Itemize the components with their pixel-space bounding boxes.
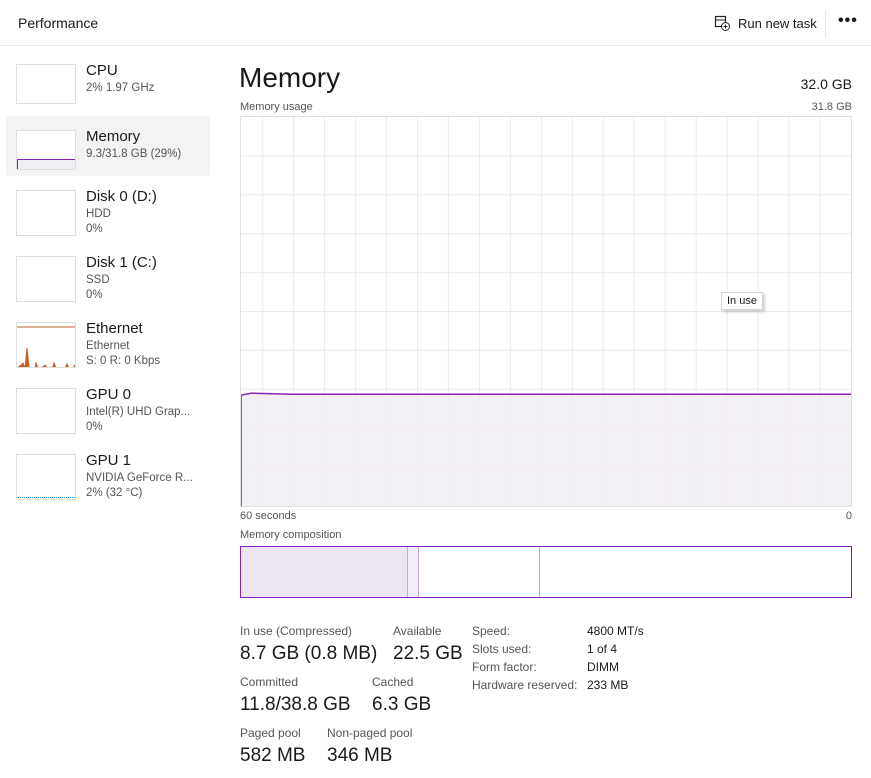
sidebar: CPU 2% 1.97 GHz Memory 9.3/31.8 GB (29%)… bbox=[6, 50, 210, 512]
memory-composition-bar bbox=[240, 546, 852, 598]
disk-thumbnail bbox=[16, 256, 76, 302]
available-label: Available bbox=[393, 624, 442, 638]
cached-value: 6.3 GB bbox=[372, 694, 432, 715]
run-new-task-button[interactable]: Run new task bbox=[714, 15, 817, 31]
sidebar-item-disk-1[interactable]: Disk 1 (C:) SSD 0% bbox=[6, 248, 210, 308]
item-detail: 2% (32 °C) bbox=[86, 487, 143, 499]
item-name: GPU 0 bbox=[86, 386, 132, 403]
gpu-thumbnail bbox=[16, 454, 76, 500]
item-detail: HDD bbox=[86, 208, 111, 220]
sidebar-item-disk-0[interactable]: Disk 0 (D:) HDD 0% bbox=[6, 182, 210, 242]
speed-label: Speed: bbox=[472, 624, 511, 638]
slots-label: Slots used: bbox=[472, 642, 532, 656]
item-detail: Ethernet bbox=[86, 340, 130, 352]
sidebar-item-gpu-0[interactable]: GPU 0 Intel(R) UHD Grap... 0% bbox=[6, 380, 210, 440]
slots-value: 1 of 4 bbox=[587, 642, 618, 656]
item-detail: 0% bbox=[86, 421, 103, 433]
memory-usage-max: 31.8 GB bbox=[811, 101, 852, 113]
item-detail: Intel(R) UHD Grap... bbox=[86, 406, 191, 418]
item-name: Disk 0 (D:) bbox=[86, 188, 157, 205]
disk-thumbnail bbox=[16, 190, 76, 236]
item-detail: 0% bbox=[86, 223, 103, 235]
header: Performance Run new task ••• bbox=[0, 0, 871, 46]
in-use-value: 8.7 GB (0.8 MB) bbox=[240, 643, 378, 664]
non-paged-pool-value: 346 MB bbox=[327, 745, 393, 766]
composition-in-use[interactable] bbox=[241, 547, 408, 597]
composition-modified[interactable] bbox=[407, 547, 420, 597]
sidebar-item-ethernet[interactable]: Ethernet Ethernet S: 0 R: 0 Kbps bbox=[6, 314, 210, 374]
total-memory: 32.0 GB bbox=[800, 76, 852, 92]
form-factor-value: DIMM bbox=[587, 660, 619, 674]
cpu-thumbnail bbox=[16, 64, 76, 104]
speed-value: 4800 MT/s bbox=[587, 624, 644, 638]
in-use-label: In use (Compressed) bbox=[240, 624, 353, 638]
memory-composition-label: Memory composition bbox=[240, 529, 342, 541]
composition-free[interactable] bbox=[540, 547, 851, 597]
item-name: GPU 1 bbox=[86, 452, 132, 469]
item-name: CPU bbox=[86, 62, 118, 79]
composition-standby[interactable] bbox=[419, 547, 540, 597]
non-paged-pool-label: Non-paged pool bbox=[327, 726, 413, 740]
gpu-thumbnail bbox=[16, 388, 76, 434]
available-value: 22.5 GB bbox=[393, 643, 463, 664]
item-name: Memory bbox=[86, 128, 141, 145]
run-new-task-label: Run new task bbox=[738, 15, 817, 31]
form-factor-label: Form factor: bbox=[472, 660, 537, 674]
run-task-icon bbox=[714, 15, 730, 31]
memory-title: Memory bbox=[239, 62, 341, 93]
item-name: Ethernet bbox=[86, 320, 143, 337]
item-detail: 2% 1.97 GHz bbox=[86, 82, 155, 94]
memory-thumbnail bbox=[16, 130, 76, 170]
sidebar-item-gpu-1[interactable]: GPU 1 NVIDIA GeForce R... 2% (32 °C) bbox=[6, 446, 210, 506]
memory-usage-label: Memory usage bbox=[240, 101, 313, 113]
ethernet-thumbnail bbox=[16, 322, 76, 368]
committed-value: 11.8/38.8 GB bbox=[240, 694, 351, 715]
paged-pool-value: 582 MB bbox=[240, 745, 306, 766]
paged-pool-label: Paged pool bbox=[240, 726, 301, 740]
time-left-label: 60 seconds bbox=[240, 510, 297, 522]
item-detail: SSD bbox=[86, 274, 110, 286]
cached-label: Cached bbox=[372, 675, 414, 689]
committed-label: Committed bbox=[240, 675, 299, 689]
more-options-button[interactable]: ••• bbox=[838, 12, 858, 30]
sidebar-item-cpu[interactable]: CPU 2% 1.97 GHz bbox=[6, 50, 210, 110]
divider bbox=[825, 10, 826, 38]
item-detail: 0% bbox=[86, 289, 103, 301]
item-detail: 9.3/31.8 GB (29%) bbox=[86, 148, 182, 160]
usage-area bbox=[241, 393, 851, 506]
sidebar-item-memory[interactable]: Memory 9.3/31.8 GB (29%) bbox=[6, 116, 210, 176]
hardware-reserved-label: Hardware reserved: bbox=[472, 678, 578, 692]
hardware-reserved-value: 233 MB bbox=[587, 678, 629, 692]
item-detail: S: 0 R: 0 Kbps bbox=[86, 355, 161, 367]
in-use-tooltip: In use bbox=[721, 292, 763, 310]
item-detail: NVIDIA GeForce R... bbox=[86, 472, 193, 484]
memory-usage-graph bbox=[240, 116, 852, 507]
item-name: Disk 1 (C:) bbox=[86, 254, 157, 271]
page-title: Performance bbox=[18, 15, 99, 31]
time-right-label: 0 bbox=[845, 510, 852, 522]
